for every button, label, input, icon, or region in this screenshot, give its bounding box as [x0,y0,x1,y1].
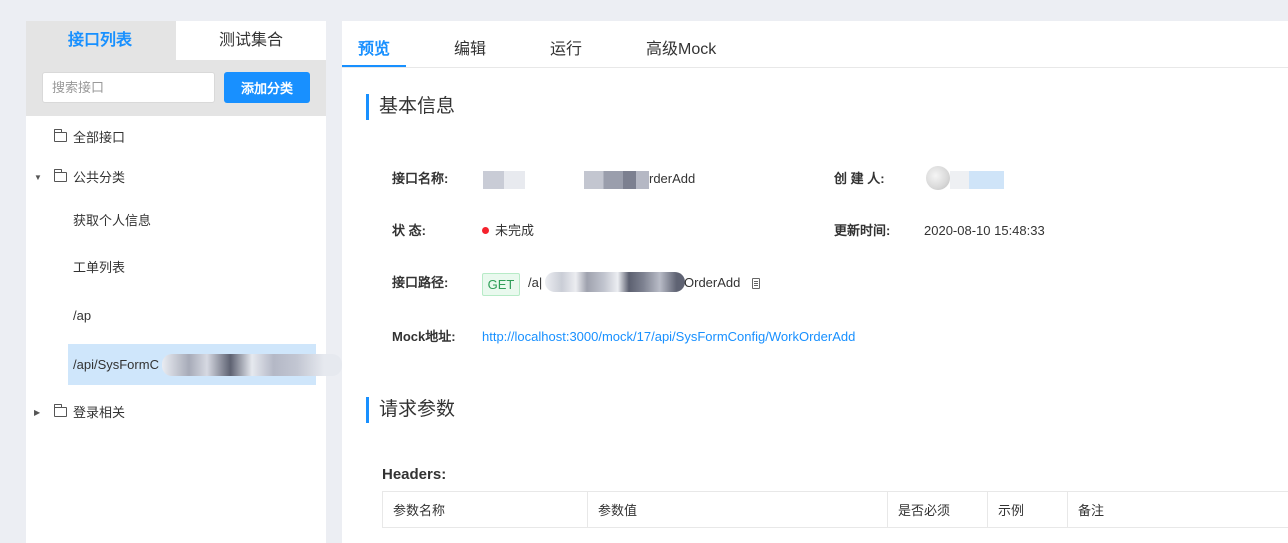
tree-leaf-profile[interactable]: 获取个人信息 [73,210,151,232]
copy-icon[interactable] [752,278,760,289]
name-value: rderAdd [649,171,696,186]
redacted-blur [584,171,649,189]
headers-label: Headers: [382,466,447,483]
tree-item-login-category[interactable]: ▶ 登录相关 [26,402,326,424]
interface-sidebar: 接口列表 测试集合 添加分类 全部接口 ▼ 公共分类 获取个人信息 工单列表 /… [26,21,342,543]
active-tab-indicator [342,65,406,67]
mock-label: Mock地址: [392,329,456,344]
tree-item-all[interactable]: 全部接口 [26,127,326,149]
tree-leaf-selected[interactable]: /api/SysFormC [68,344,342,385]
tree-label: 登录相关 [73,405,126,420]
redacted-blur [483,171,525,189]
search-input[interactable] [42,72,215,103]
tree-leaf-label: /api/SysFormC [73,357,159,372]
name-label: 接口名称: [392,171,449,186]
folder-icon [54,129,67,142]
add-category-button[interactable]: 添加分类 [224,72,310,103]
tree-leaf-work-order-list[interactable]: 工单列表 [73,257,125,279]
status-label: 状 态: [392,223,426,238]
mock-url-link[interactable]: http://localhost:3000/mock/17/api/SysFor… [482,327,855,347]
avatar[interactable] [926,166,950,190]
basic-info-title: 基本信息 [366,94,455,120]
tree-item-public-category[interactable]: ▼ 公共分类 [26,167,326,189]
redacted-blur [950,171,1004,189]
detail-tabs: 预览 编辑 运行 高级Mock [342,21,1288,68]
creator-label: 创 建 人: [834,171,885,186]
folder-icon [54,169,67,182]
status-value: 未完成 [482,221,534,241]
tree-label: 全部接口 [73,130,126,145]
status-text: 未完成 [495,223,535,238]
caret-down-icon[interactable]: ▼ [34,167,44,189]
request-params-title: 请求参数 [366,397,455,423]
path-suffix: OrderAdd [684,275,741,290]
interface-detail: 预览 编辑 运行 高级Mock 基本信息 接口名称: rderAdd 创 建 人… [342,21,1288,543]
tree-label: 公共分类 [73,170,126,185]
tree-leaf-api-redacted[interactable]: /ap [73,305,91,327]
column-header: 备注 [1067,491,1288,528]
path-prefix: /a| [528,275,543,290]
updated-label: 更新时间: [834,223,891,238]
updated-value: 2020-08-10 15:48:33 [924,223,1045,238]
caret-right-icon[interactable]: ▶ [34,402,44,424]
tab-run[interactable]: 运行 [550,35,582,59]
redacted-blur [162,354,342,376]
column-header: 参数名称 [382,491,588,528]
tab-edit[interactable]: 编辑 [454,35,486,59]
folder-icon [54,404,67,417]
column-header: 示例 [987,491,1068,528]
tab-preview[interactable]: 预览 [358,35,390,59]
column-header: 是否必须 [887,491,988,528]
tab-test-collection[interactable]: 测试集合 [176,21,326,60]
method-tag: GET [482,273,520,296]
headers-table: 参数名称 参数值 是否必须 示例 备注 [382,491,1288,528]
table-header-row: 参数名称 参数值 是否必须 示例 备注 [382,491,1288,528]
tab-interface-list[interactable]: 接口列表 [26,21,174,60]
tab-advanced-mock[interactable]: 高级Mock [646,35,716,59]
redacted-blur [545,272,685,292]
sidebar-header: 接口列表 测试集合 添加分类 [26,21,326,116]
column-header: 参数值 [587,491,888,528]
status-dot-icon [482,227,489,234]
path-label: 接口路径: [392,275,449,290]
